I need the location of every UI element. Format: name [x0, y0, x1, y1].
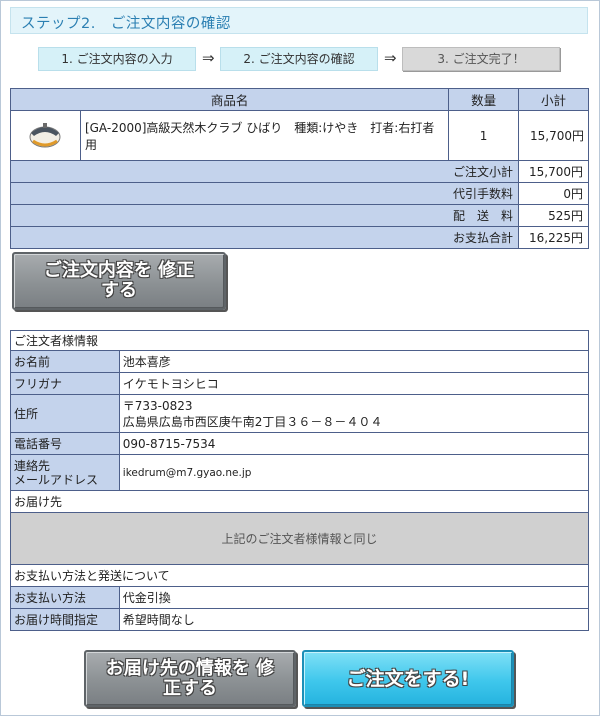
cart-item-row: [GA-2000]高級天然木クラブ ひばり 種類:けやき 打者:右打者用 1 1… — [10, 110, 589, 161]
phone-row: 電話番号 090-8715-7534 — [10, 432, 590, 455]
name-row: お名前 池本喜彦 — [10, 350, 590, 373]
payment-method-label: お支払い方法 — [10, 586, 120, 609]
step-header: ステップ2. ご注文内容の確認 — [10, 7, 588, 34]
subtotal-value: 15,700円 — [518, 160, 589, 183]
phone-label: 電話番号 — [10, 432, 120, 455]
total-label: お支払合計 — [9, 226, 520, 249]
payment-method-value: 代金引換 — [118, 586, 590, 609]
payment-method-row: お支払い方法 代金引換 — [10, 586, 590, 609]
kana-label: フリガナ — [10, 372, 120, 395]
page-title: ステップ2. ご注文内容の確認 — [21, 16, 231, 32]
summary-row-cod-fee: 代引手数料 0円 — [9, 182, 589, 205]
kana-value: イケモトヨシヒコ — [118, 372, 590, 395]
col-subtotal-header: 小計 — [518, 88, 589, 111]
product-image-cell — [10, 110, 81, 161]
edit-delivery-button[interactable]: お届け先の情報を 修正する — [84, 650, 296, 707]
edit-order-button[interactable]: ご注文内容を 修正する — [12, 252, 226, 310]
mail-address-label: メールアドレス — [14, 472, 99, 487]
email-label: 連絡先 メールアドレス — [10, 454, 120, 491]
cod-fee-label: 代引手数料 — [9, 182, 520, 205]
contact-label: 連絡先 — [14, 458, 51, 473]
col-qty-header: 数量 — [448, 88, 520, 111]
customer-section-title: ご注文者様情報 — [10, 330, 589, 351]
delivery-section-row: お届け先 — [10, 490, 589, 513]
col-product-header: 商品名 — [9, 88, 450, 111]
delivery-time-label: お届け時間指定 — [10, 608, 120, 631]
place-order-button[interactable]: ご注文をする! — [302, 650, 514, 707]
kana-row: フリガナ イケモトヨシヒコ — [10, 372, 590, 395]
product-name: [GA-2000]高級天然木クラブ ひばり 種類:けやき 打者:右打者用 — [79, 110, 450, 161]
name-value: 池本喜彦 — [118, 350, 590, 373]
payment-section-row: お支払い方法と発送について — [10, 564, 589, 587]
step-arrow-icon: ⇒ — [384, 49, 397, 67]
delivery-same-notice: 上記のご注文者様情報と同じ — [10, 512, 589, 565]
summary-row-shipping: 配 送 料 525円 — [9, 204, 589, 227]
step-1-input: 1. ご注文内容の入力 — [38, 47, 196, 71]
total-value: 16,225円 — [518, 226, 589, 249]
name-label: お名前 — [10, 350, 120, 373]
address-row: 住所 〒733-0823 広島県広島市西区庚午南2丁目３６－８－４０４ — [10, 394, 590, 433]
golf-club-head-icon[interactable] — [26, 119, 64, 153]
product-price: 15,700円 — [518, 110, 589, 161]
email-value: ikedrum@m7.gyao.ne.jp — [118, 454, 590, 491]
cod-fee-value: 0円 — [518, 182, 589, 205]
summary-row-total: お支払合計 16,225円 — [9, 226, 589, 249]
address-cell: 〒733-0823 広島県広島市西区庚午南2丁目３６－８－４０４ — [118, 394, 590, 433]
delivery-same-row: 上記のご注文者様情報と同じ — [10, 512, 589, 565]
cart-table: 商品名 数量 小計 [GA-2000]高級天然木クラブ ひばり 種類:けやき 打… — [9, 88, 589, 249]
address-value: 広島県広島市西区庚午南2丁目３６－８－４０４ — [122, 414, 383, 429]
shipping-value: 525円 — [518, 204, 589, 227]
step-2-confirm: 2. ご注文内容の確認 — [220, 47, 378, 71]
cart-header-row: 商品名 数量 小計 — [9, 88, 589, 111]
step-3-complete: 3. ご注文完了！ — [402, 47, 560, 71]
subtotal-label: ご注文小計 — [9, 160, 520, 183]
postal-code: 〒733-0823 — [122, 398, 193, 413]
delivery-time-row: お届け時間指定 希望時間なし — [10, 608, 590, 631]
customer-section-row: ご注文者様情報 — [10, 330, 589, 351]
phone-value: 090-8715-7534 — [118, 432, 590, 455]
summary-row-subtotal: ご注文小計 15,700円 — [9, 160, 589, 183]
shipping-label: 配 送 料 — [9, 204, 520, 227]
payment-section-title: お支払い方法と発送について — [10, 564, 589, 587]
customer-info-table: ご注文者様情報 お名前 池本喜彦 フリガナ イケモトヨシヒコ 住所 〒733-0… — [10, 330, 590, 631]
step-arrow-icon: ⇒ — [202, 49, 215, 67]
delivery-section-title: お届け先 — [10, 490, 589, 513]
email-row: 連絡先 メールアドレス ikedrum@m7.gyao.ne.jp — [10, 454, 590, 491]
delivery-time-value: 希望時間なし — [118, 608, 590, 631]
product-qty: 1 — [448, 110, 520, 161]
address-label: 住所 — [10, 394, 120, 433]
